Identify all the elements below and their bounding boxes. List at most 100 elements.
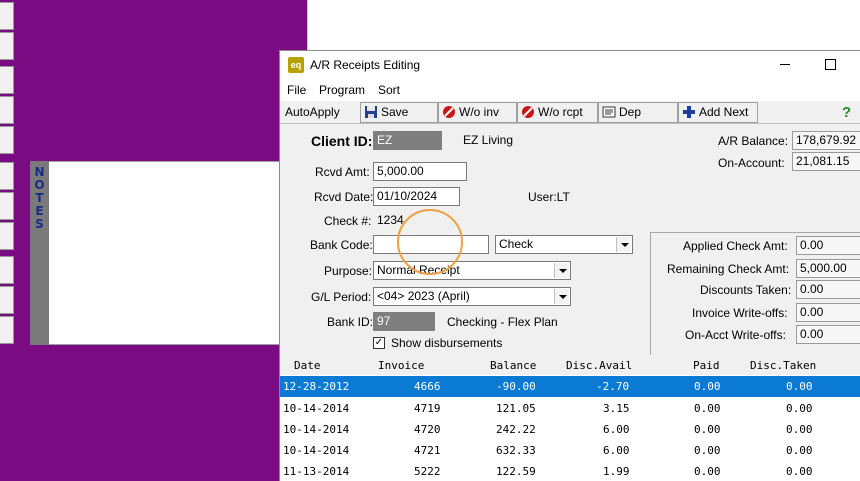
- toolbar: AutoApply Save W/o inv W/o rcpt Dep Add: [280, 101, 860, 124]
- purpose-label: Purpose:: [324, 264, 373, 278]
- cell-paid: 0.00: [694, 444, 721, 457]
- maximize-icon[interactable]: [825, 59, 836, 70]
- save-button[interactable]: Save: [360, 102, 438, 123]
- help-button[interactable]: ?: [833, 102, 860, 123]
- notes-label: N O T E S: [30, 161, 49, 345]
- deposit-button[interactable]: Dep: [598, 102, 678, 123]
- dep-label: Dep: [619, 105, 642, 119]
- payment-type-value: Check: [499, 237, 534, 251]
- chevron-down-icon[interactable]: [554, 289, 569, 304]
- payment-type-select[interactable]: Check: [495, 235, 633, 254]
- plus-icon: [682, 105, 696, 119]
- client-id-field[interactable]: EZ: [373, 131, 442, 150]
- invoice-wo-label: Invoice Write-offs:: [692, 306, 788, 320]
- onacct-wo-value: 0.00: [796, 325, 860, 344]
- on-account-value: 21,081.15: [792, 152, 860, 171]
- autoapply-button[interactable]: AutoApply: [281, 102, 360, 123]
- title-bar: eq A/R Receipts Editing: [280, 51, 860, 80]
- cell-disc-taken: 0.00: [786, 444, 813, 457]
- discounts-label: Discounts Taken:: [700, 283, 792, 297]
- form-content: Client ID: EZ EZ Living A/R Balance: 178…: [280, 125, 860, 481]
- no-entry-icon: [521, 105, 535, 119]
- menu-sort[interactable]: Sort: [378, 83, 400, 97]
- rcvd-date-field[interactable]: 01/10/2024: [373, 187, 460, 206]
- chevron-down-icon[interactable]: [616, 237, 631, 252]
- cell-invoice: 4721: [414, 444, 441, 457]
- minimize-icon[interactable]: [778, 57, 792, 71]
- side-button-11[interactable]: [0, 316, 14, 344]
- save-label: Save: [381, 105, 409, 119]
- side-button-10[interactable]: [0, 286, 14, 314]
- side-button-6[interactable]: [0, 162, 14, 190]
- cell-paid: 0.00: [694, 423, 721, 436]
- chevron-down-icon[interactable]: [554, 263, 569, 278]
- gl-period-value: <04> 2023 (April): [377, 289, 470, 303]
- on-account-label: On-Account:: [718, 156, 785, 170]
- cell-paid: 0.00: [694, 380, 721, 393]
- grid-header: Date Invoice Balance Disc.Avail Paid Dis…: [280, 355, 860, 375]
- show-disbursements-checkbox[interactable]: ✓: [373, 337, 385, 349]
- side-button-4[interactable]: [0, 96, 14, 124]
- column-header-disc-avail[interactable]: Disc.Avail: [566, 359, 632, 372]
- column-header-invoice[interactable]: Invoice: [378, 359, 424, 372]
- window-title: A/R Receipts Editing: [310, 58, 421, 72]
- gl-period-label: G/L Period:: [311, 290, 372, 304]
- cell-balance: -90.00: [496, 380, 536, 393]
- gl-period-select[interactable]: <04> 2023 (April): [373, 287, 571, 306]
- cell-balance: 122.59: [496, 465, 536, 478]
- add-next-button[interactable]: Add Next: [678, 102, 758, 123]
- bank-id-field[interactable]: 97: [373, 312, 435, 331]
- menu-file[interactable]: File: [287, 83, 306, 97]
- cell-invoice: 4720: [414, 423, 441, 436]
- side-button-5[interactable]: [0, 126, 14, 154]
- client-name: EZ Living: [463, 133, 514, 147]
- side-button-9[interactable]: [0, 256, 14, 284]
- side-button-1[interactable]: [0, 2, 14, 30]
- help-icon: ?: [842, 104, 852, 121]
- cell-invoice: 5222: [414, 465, 441, 478]
- column-header-disc-taken[interactable]: Disc.Taken: [750, 359, 816, 372]
- no-entry-icon: [442, 105, 456, 119]
- menu-bar: File Program Sort: [280, 80, 860, 101]
- client-id-label: Client ID:: [311, 133, 373, 149]
- write-off-receipt-button[interactable]: W/o rcpt: [517, 102, 598, 123]
- bank-code-label: Bank Code:: [310, 238, 373, 252]
- remaining-value: 5,000.00: [796, 259, 860, 278]
- side-button-8[interactable]: [0, 222, 14, 250]
- table-row[interactable]: 10-14-2014 4719 121.05 3.15 0.00 0.00: [280, 398, 860, 419]
- ar-balance-label: A/R Balance:: [718, 134, 789, 148]
- table-row[interactable]: 10-14-2014 4721 632.33 6.00 0.00 0.00: [280, 440, 860, 461]
- cell-invoice: 4719: [414, 402, 441, 415]
- user-label: User:LT: [528, 190, 570, 204]
- cell-balance: 632.33: [496, 444, 536, 457]
- ar-receipts-window: eq A/R Receipts Editing File Program Sor…: [279, 50, 860, 481]
- rcvd-amt-field[interactable]: 5,000.00: [373, 162, 467, 181]
- purpose-select[interactable]: Normal Receipt: [373, 261, 571, 280]
- cell-disc-avail: 1.99: [603, 465, 630, 478]
- column-header-balance[interactable]: Balance: [490, 359, 536, 372]
- side-button-7[interactable]: [0, 192, 14, 220]
- table-row[interactable]: 12-28-2012 4666 -90.00 -2.70 0.00 0.00: [280, 376, 860, 397]
- cell-disc-avail: -2.70: [596, 380, 630, 393]
- cell-date: 12-28-2012: [283, 380, 350, 393]
- side-button-2[interactable]: [0, 32, 14, 60]
- background-white-panel: [307, 0, 860, 50]
- click-highlight-ring: [397, 209, 463, 275]
- show-disbursements-label: Show disbursements: [391, 336, 503, 350]
- table-row[interactable]: 11-13-2014 5222 122.59 1.99 0.00 0.00: [280, 461, 860, 481]
- cell-paid: 0.00: [694, 402, 721, 415]
- write-off-invoice-button[interactable]: W/o inv: [438, 102, 517, 123]
- cell-date: 10-14-2014: [283, 402, 350, 415]
- cell-paid: 0.00: [694, 465, 721, 478]
- side-button-3[interactable]: [0, 66, 14, 94]
- notes-textarea[interactable]: [30, 161, 280, 345]
- column-header-paid[interactable]: Paid: [693, 359, 720, 372]
- cell-disc-avail: 6.00: [603, 444, 630, 457]
- table-row[interactable]: 10-14-2014 4720 242.22 6.00 0.00 0.00: [280, 419, 860, 440]
- menu-program[interactable]: Program: [319, 83, 365, 97]
- cell-date: 11-13-2014: [283, 465, 350, 478]
- rcvd-date-label: Rcvd Date:: [314, 190, 374, 204]
- deposit-slip-icon: [602, 105, 616, 119]
- column-header-date[interactable]: Date: [294, 359, 321, 372]
- applied-value: 0.00: [796, 236, 860, 255]
